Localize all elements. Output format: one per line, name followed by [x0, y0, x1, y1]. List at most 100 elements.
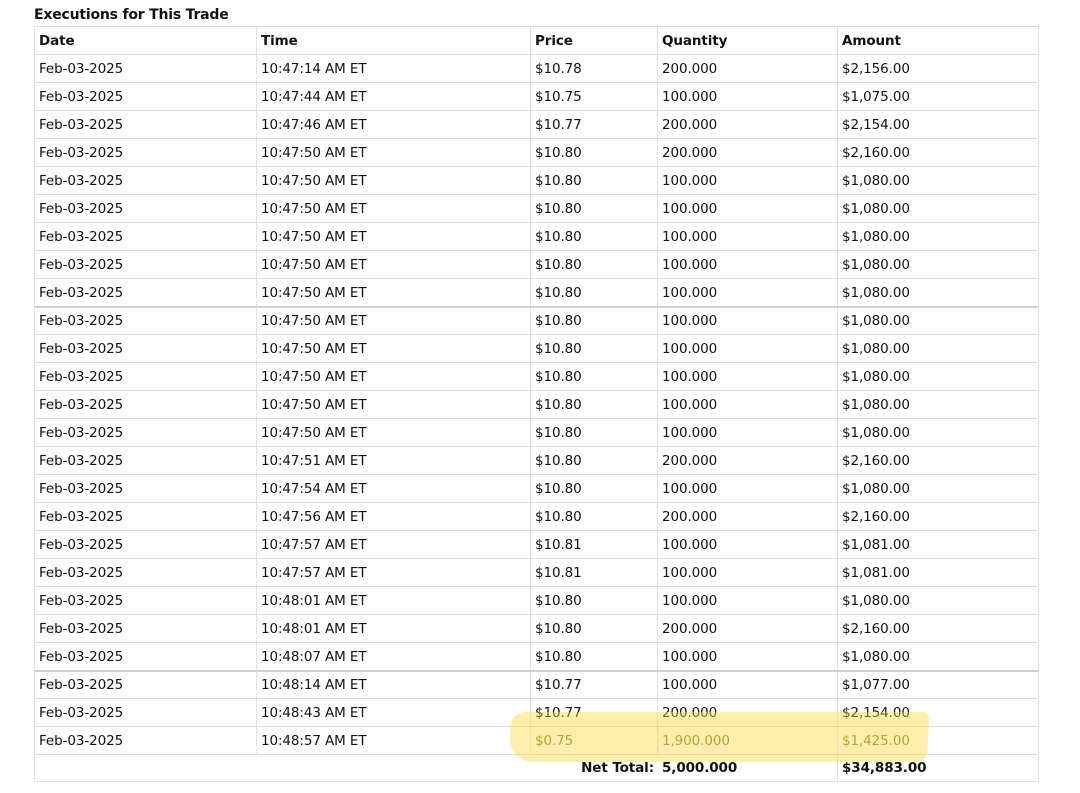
cell-time: 10:48:57 AM ET: [257, 727, 531, 754]
table-row: Feb-03-2025 10:47:57 AM ET $10.81 100.000 $1…: [35, 558, 1038, 586]
cell-amount: $1,080.00: [842, 284, 910, 301]
cell-time: 10:48:07 AM ET: [257, 643, 531, 670]
table-row: Feb-03-2025 10:47:50 AM ET $10.80 100.000 $1…: [35, 334, 1038, 362]
net-total-label: Net Total:: [581, 760, 654, 776]
cell-date: Feb-03-2025: [35, 251, 257, 278]
cell-amount: $1,080.00: [842, 200, 910, 217]
table-row: Feb-03-2025 10:48:07 AM ET $10.80 100.000 $1…: [35, 642, 1038, 670]
table-row: Feb-03-2025 10:47:14 AM ET $10.78 200.000 $2…: [35, 54, 1038, 82]
cell-price: $10.81: [531, 559, 658, 586]
cell-price: $10.77: [531, 699, 658, 726]
table-row: Feb-03-2025 10:47:57 AM ET $10.81 100.000 $1…: [35, 530, 1038, 558]
table-row: Feb-03-2025 10:47:50 AM ET $10.80 100.000 $1…: [35, 166, 1038, 194]
cell-price: $10.80: [531, 335, 658, 362]
cell-price: $10.80: [531, 251, 658, 278]
net-total-quantity: 5,000.000: [658, 755, 838, 781]
cell-time: 10:47:56 AM ET: [257, 503, 531, 530]
cell-amount: $2,154.00: [842, 116, 910, 133]
cell-time: 10:47:54 AM ET: [257, 475, 531, 502]
cell-amount: $1,080.00: [842, 592, 910, 609]
cell-quantity: 100.000: [658, 223, 838, 250]
column-header-date: Date: [35, 27, 257, 54]
table-row: Feb-03-2025 10:47:54 AM ET $10.80 100.000 $1…: [35, 474, 1038, 502]
cell-price: $10.80: [531, 223, 658, 250]
cell-price: $10.81: [531, 531, 658, 558]
cell-price: $10.80: [531, 419, 658, 446]
cell-amount: $1,081.00: [842, 536, 910, 553]
cell-amount: $2,160.00: [842, 144, 910, 161]
column-header-time: Time: [257, 27, 531, 54]
cell-time: 10:47:50 AM ET: [257, 167, 531, 194]
cell-amount: $1,075.00: [842, 88, 910, 105]
cell-amount: $1,080.00: [842, 340, 910, 357]
cell-price: $10.80: [531, 308, 658, 334]
table-row: Feb-03-2025 10:47:50 AM ET $10.80 200.000 $2…: [35, 138, 1038, 166]
cell-quantity: 100.000: [658, 419, 838, 446]
column-header-amount: Amount: [842, 32, 901, 49]
cell-time: 10:47:50 AM ET: [257, 419, 531, 446]
cell-date: Feb-03-2025: [35, 279, 257, 306]
table-row: Feb-03-2025 10:47:50 AM ET $10.80 100.000 $1…: [35, 362, 1038, 390]
net-total-spacer: [35, 755, 588, 781]
cell-time: 10:47:50 AM ET: [257, 308, 531, 334]
cell-date: Feb-03-2025: [35, 363, 257, 390]
cell-quantity: 100.000: [658, 363, 838, 390]
cell-quantity: 100.000: [658, 308, 838, 334]
cell-amount: $2,160.00: [842, 620, 910, 637]
cell-amount: $2,156.00: [842, 60, 910, 77]
table-row: Feb-03-2025 10:47:50 AM ET $10.80 100.000 $1…: [35, 222, 1038, 250]
cell-quantity: 200.000: [658, 447, 838, 474]
table-row: Feb-03-2025 10:47:46 AM ET $10.77 200.000 $2…: [35, 110, 1038, 138]
table-row: Feb-03-2025 10:47:56 AM ET $10.80 200.000 $2…: [35, 502, 1038, 530]
table-body: Feb-03-2025 10:47:14 AM ET $10.78 200.000 $2…: [35, 54, 1038, 754]
cell-time: 10:47:50 AM ET: [257, 251, 531, 278]
cell-quantity: 100.000: [658, 531, 838, 558]
table-row: Feb-03-2025 10:48:01 AM ET $10.80 200.000 $2…: [35, 614, 1038, 642]
cell-date: Feb-03-2025: [35, 139, 257, 166]
cell-amount: $1,080.00: [842, 256, 910, 273]
cell-amount: $1,081.00: [842, 564, 910, 581]
cell-date: Feb-03-2025: [35, 531, 257, 558]
cell-quantity: 100.000: [658, 251, 838, 278]
cell-date: Feb-03-2025: [35, 727, 257, 754]
cell-date: Feb-03-2025: [35, 195, 257, 222]
table-row: Feb-03-2025 10:47:50 AM ET $10.80 100.000 $1…: [35, 390, 1038, 418]
cell-amount: $1,080.00: [842, 480, 910, 497]
cell-quantity: 100.000: [658, 475, 838, 502]
cell-date: Feb-03-2025: [35, 587, 257, 614]
cell-date: Feb-03-2025: [35, 559, 257, 586]
cell-quantity: 100.000: [658, 391, 838, 418]
cell-date: Feb-03-2025: [35, 672, 257, 698]
cell-amount: $1,080.00: [842, 424, 910, 441]
cell-quantity: 100.000: [658, 167, 838, 194]
cell-time: 10:47:50 AM ET: [257, 391, 531, 418]
column-header-quantity: Quantity: [658, 27, 838, 54]
cell-quantity: 1,900.000: [658, 727, 838, 754]
cell-price: $10.80: [531, 195, 658, 222]
cell-quantity: 100.000: [658, 559, 838, 586]
cell-date: Feb-03-2025: [35, 699, 257, 726]
cell-time: 10:47:57 AM ET: [257, 531, 531, 558]
cell-price: $10.80: [531, 391, 658, 418]
net-total-row: Net Total: 5,000.000 $34,883.00: [35, 754, 1038, 781]
table-row: Feb-03-2025 10:48:14 AM ET $10.77 100.000 $1…: [35, 670, 1038, 698]
cell-amount: $2,154.00: [842, 704, 910, 721]
cell-date: Feb-03-2025: [35, 55, 257, 82]
cell-price: $10.80: [531, 139, 658, 166]
cell-time: 10:47:50 AM ET: [257, 279, 531, 306]
table-row: Feb-03-2025 10:47:50 AM ET $10.80 100.000 $1…: [35, 418, 1038, 446]
cell-price: $10.75: [531, 83, 658, 110]
cell-date: Feb-03-2025: [35, 83, 257, 110]
cell-amount: $1,080.00: [842, 396, 910, 413]
table-title: Executions for This Trade: [34, 7, 229, 23]
cell-quantity: 100.000: [658, 587, 838, 614]
table-row: Feb-03-2025 10:47:50 AM ET $10.80 100.000 $1…: [35, 278, 1038, 306]
cell-amount: $1,080.00: [842, 172, 910, 189]
cell-time: 10:48:01 AM ET: [257, 587, 531, 614]
cell-date: Feb-03-2025: [35, 167, 257, 194]
cell-quantity: 200.000: [658, 55, 838, 82]
cell-date: Feb-03-2025: [35, 419, 257, 446]
cell-date: Feb-03-2025: [35, 475, 257, 502]
cell-quantity: 200.000: [658, 503, 838, 530]
table-row: Feb-03-2025 10:47:44 AM ET $10.75 100.000 $1…: [35, 82, 1038, 110]
